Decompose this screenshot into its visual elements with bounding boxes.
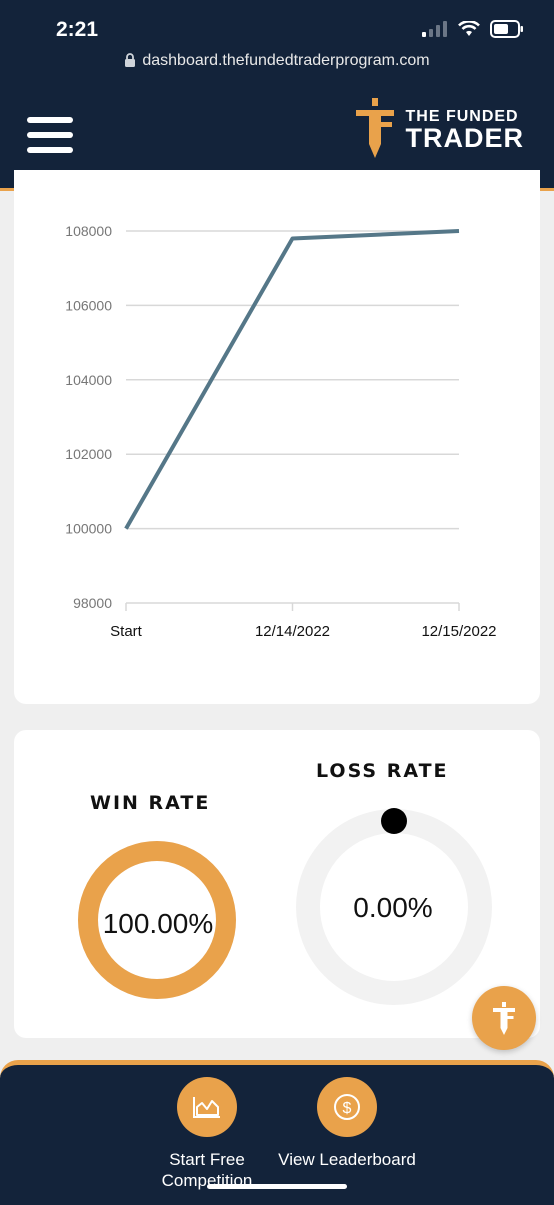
wifi-icon (458, 21, 480, 36)
y-tick-label: 102000 (65, 446, 112, 462)
signal-icon (422, 21, 447, 37)
browser-status-bar: 2:21 dashboard.thefundedtraderprogram.co… (0, 0, 554, 82)
loss-rate-value: 0.00% (353, 892, 433, 923)
fab-logo-button[interactable] (472, 986, 536, 1050)
rate-rings (78, 808, 492, 1005)
win-rate-value: 100.00% (102, 908, 214, 939)
brand-logo[interactable]: THE FUNDED TRADER (352, 98, 525, 162)
balance-line-chart: 98000 100000 102000 104000 106000 108000 Start… (65, 223, 496, 640)
url-bar[interactable]: dashboard.thefundedtraderprogram.com (0, 52, 554, 72)
brand-line-2: TRADER (405, 122, 524, 153)
y-tick-label: 104000 (65, 372, 112, 388)
view-leaderboard-label: View Leaderboard (278, 1150, 416, 1169)
dollar-coin-icon: $ (317, 1077, 377, 1137)
x-tick-label: 12/14/2022 (255, 623, 330, 640)
y-tick-label: 100000 (65, 521, 112, 537)
svg-text:$: $ (343, 1100, 352, 1117)
home-indicator (207, 1184, 347, 1189)
y-tick-label: 106000 (65, 297, 112, 313)
hamburger-icon[interactable] (27, 117, 73, 153)
start-free-competition-button[interactable]: Start Free Competition (127, 1077, 287, 1191)
clock: 2:21 (56, 18, 99, 41)
lock-icon (124, 53, 136, 72)
loss-rate-ring-marker (381, 808, 407, 834)
status-icons (422, 20, 524, 38)
x-tick-label: 12/15/2022 (421, 623, 496, 640)
view-leaderboard-button[interactable]: $ View Leaderboard (267, 1077, 427, 1170)
logo-icon (493, 1002, 515, 1035)
area-chart-icon (177, 1077, 237, 1137)
x-tick-label: Start (110, 623, 143, 640)
y-tick-label: 98000 (73, 595, 112, 611)
url-text: dashboard.thefundedtraderprogram.com (142, 52, 430, 69)
y-tick-label: 108000 (65, 223, 112, 239)
rates-card: WIN RATE LOSS RATE 100.00% 0.00% (14, 730, 540, 1038)
sword-logo-icon (355, 98, 394, 158)
battery-icon (490, 20, 523, 38)
balance-chart-card: 98000 100000 102000 104000 106000 108000 Start… (14, 170, 540, 704)
